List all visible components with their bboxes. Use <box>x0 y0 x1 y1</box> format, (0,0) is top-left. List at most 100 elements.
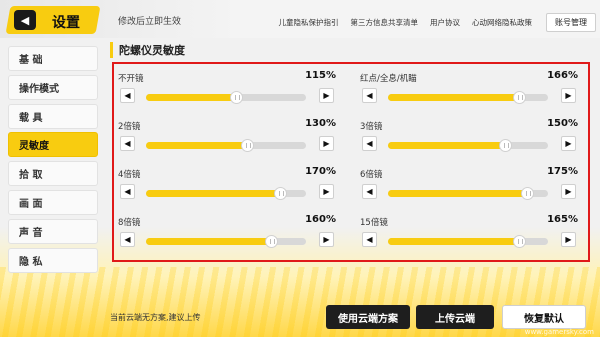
slider-label: 3倍镜 <box>360 122 383 132</box>
slider-handle[interactable] <box>513 91 527 104</box>
slider-label: 不开镜 <box>118 74 144 84</box>
sidebar-item-graphics[interactable]: 画 面 <box>8 189 98 215</box>
page-title: 设置 <box>52 15 80 31</box>
slider-track[interactable] <box>146 139 306 152</box>
slider-row: 4倍镜 170% ◀ ▶ <box>118 166 336 212</box>
decrease-button[interactable]: ◀ <box>362 88 377 103</box>
slider-fill <box>388 238 520 245</box>
slider-fill <box>388 94 520 101</box>
restore-default-button[interactable]: 恢复默认 <box>502 305 586 329</box>
arrow-left-icon: ◀ <box>124 187 131 196</box>
header-note: 修改后立即生效 <box>118 17 182 27</box>
increase-button[interactable]: ▶ <box>319 184 334 199</box>
slider-fill <box>146 94 236 101</box>
section-title: 陀螺仪灵敏度 <box>110 42 185 58</box>
decrease-button[interactable]: ◀ <box>362 136 377 151</box>
increase-button[interactable]: ▶ <box>319 136 334 151</box>
sidebar-item-control-mode[interactable]: 操作模式 <box>8 74 98 100</box>
link-privacy-policy[interactable]: 心动网络隐私政策 <box>466 17 538 28</box>
slider-label: 15倍镜 <box>360 218 388 228</box>
arrow-right-icon: ▶ <box>565 235 572 244</box>
slider-value: 130% <box>305 118 336 129</box>
arrow-right-icon: ▶ <box>565 139 572 148</box>
slider-label: 8倍镜 <box>118 218 141 228</box>
increase-button[interactable]: ▶ <box>561 184 576 199</box>
link-third-party-list[interactable]: 第三方信息共享清单 <box>345 17 425 28</box>
sidebar-item-sensitivity[interactable]: 灵敏度 <box>8 132 98 158</box>
use-cloud-plan-button[interactable]: 使用云端方案 <box>326 305 410 329</box>
arrow-right-icon: ▶ <box>565 187 572 196</box>
sidebar-item-basic[interactable]: 基 础 <box>8 46 98 71</box>
decrease-button[interactable]: ◀ <box>362 184 377 199</box>
slider-label: 4倍镜 <box>118 170 141 180</box>
slider-value: 175% <box>547 166 578 177</box>
slider-track[interactable] <box>146 235 306 248</box>
account-management-button[interactable]: 账号管理 <box>546 13 596 32</box>
slider-handle[interactable] <box>513 235 527 248</box>
slider-track[interactable] <box>388 187 548 200</box>
increase-button[interactable]: ▶ <box>561 232 576 247</box>
link-child-privacy[interactable]: 儿童隐私保护指引 <box>273 17 345 28</box>
increase-button[interactable]: ▶ <box>561 88 576 103</box>
slider-value: 165% <box>547 214 578 225</box>
slider-track[interactable] <box>388 235 548 248</box>
arrow-right-icon: ▶ <box>323 139 330 148</box>
slider-value: 170% <box>305 166 336 177</box>
arrow-left-icon: ◀ <box>366 91 373 100</box>
back-arrow-icon: ◀ <box>20 13 30 27</box>
back-button[interactable]: ◀ <box>14 10 36 30</box>
slider-fill <box>146 190 281 197</box>
slider-label: 6倍镜 <box>360 170 383 180</box>
slider-row: 15倍镜 165% ◀ ▶ <box>360 214 578 260</box>
arrow-left-icon: ◀ <box>366 187 373 196</box>
slider-handle[interactable] <box>240 139 254 152</box>
cloud-status-note: 当前云端无方案,建议上传 <box>110 313 201 322</box>
slider-handle[interactable] <box>274 187 288 200</box>
slider-fill <box>146 238 271 245</box>
arrow-left-icon: ◀ <box>366 139 373 148</box>
decrease-button[interactable]: ◀ <box>120 232 135 247</box>
increase-button[interactable]: ▶ <box>561 136 576 151</box>
slider-track[interactable] <box>388 139 548 152</box>
sidebar-item-sound[interactable]: 声 音 <box>8 218 98 244</box>
decrease-button[interactable]: ◀ <box>120 136 135 151</box>
slider-row: 红点/全息/机瞄 166% ◀ ▶ <box>360 70 578 116</box>
arrow-left-icon: ◀ <box>124 235 131 244</box>
arrow-right-icon: ▶ <box>323 91 330 100</box>
watermark: www.gamersky.com <box>524 328 594 336</box>
sidebar-nav: 基 础 操作模式 载 具 灵敏度 拾 取 画 面 声 音 隐 私 <box>8 46 98 276</box>
increase-button[interactable]: ▶ <box>319 88 334 103</box>
slider-track[interactable] <box>146 91 306 104</box>
slider-handle[interactable] <box>264 235 278 248</box>
slider-handle[interactable] <box>521 187 535 200</box>
sidebar-item-privacy[interactable]: 隐 私 <box>8 247 98 273</box>
arrow-left-icon: ◀ <box>124 139 131 148</box>
slider-value: 115% <box>305 70 336 81</box>
arrow-right-icon: ▶ <box>323 235 330 244</box>
slider-track[interactable] <box>388 91 548 104</box>
sidebar-item-pickup[interactable]: 拾 取 <box>8 161 98 187</box>
slider-handle[interactable] <box>498 139 512 152</box>
arrow-right-icon: ▶ <box>565 91 572 100</box>
header-bar: ◀ 设置 修改后立即生效 儿童隐私保护指引 第三方信息共享清单 用户协议 心动网… <box>0 0 600 38</box>
slider-label: 红点/全息/机瞄 <box>360 74 417 84</box>
upload-cloud-button[interactable]: 上传云端 <box>416 305 494 329</box>
slider-fill <box>146 142 247 149</box>
slider-value: 160% <box>305 214 336 225</box>
slider-handle[interactable] <box>229 91 243 104</box>
slider-row: 3倍镜 150% ◀ ▶ <box>360 118 578 164</box>
slider-row: 不开镜 115% ◀ ▶ <box>118 70 336 116</box>
sidebar-item-vehicle[interactable]: 载 具 <box>8 103 98 129</box>
decrease-button[interactable]: ◀ <box>120 184 135 199</box>
slider-row: 2倍镜 130% ◀ ▶ <box>118 118 336 164</box>
decrease-button[interactable]: ◀ <box>362 232 377 247</box>
increase-button[interactable]: ▶ <box>319 232 334 247</box>
arrow-left-icon: ◀ <box>366 235 373 244</box>
slider-fill <box>388 190 528 197</box>
decrease-button[interactable]: ◀ <box>120 88 135 103</box>
arrow-left-icon: ◀ <box>124 91 131 100</box>
slider-track[interactable] <box>146 187 306 200</box>
link-user-agreement[interactable]: 用户协议 <box>424 17 466 28</box>
arrow-right-icon: ▶ <box>323 187 330 196</box>
top-links: 儿童隐私保护指引 第三方信息共享清单 用户协议 心动网络隐私政策 账号管理 <box>273 13 596 32</box>
